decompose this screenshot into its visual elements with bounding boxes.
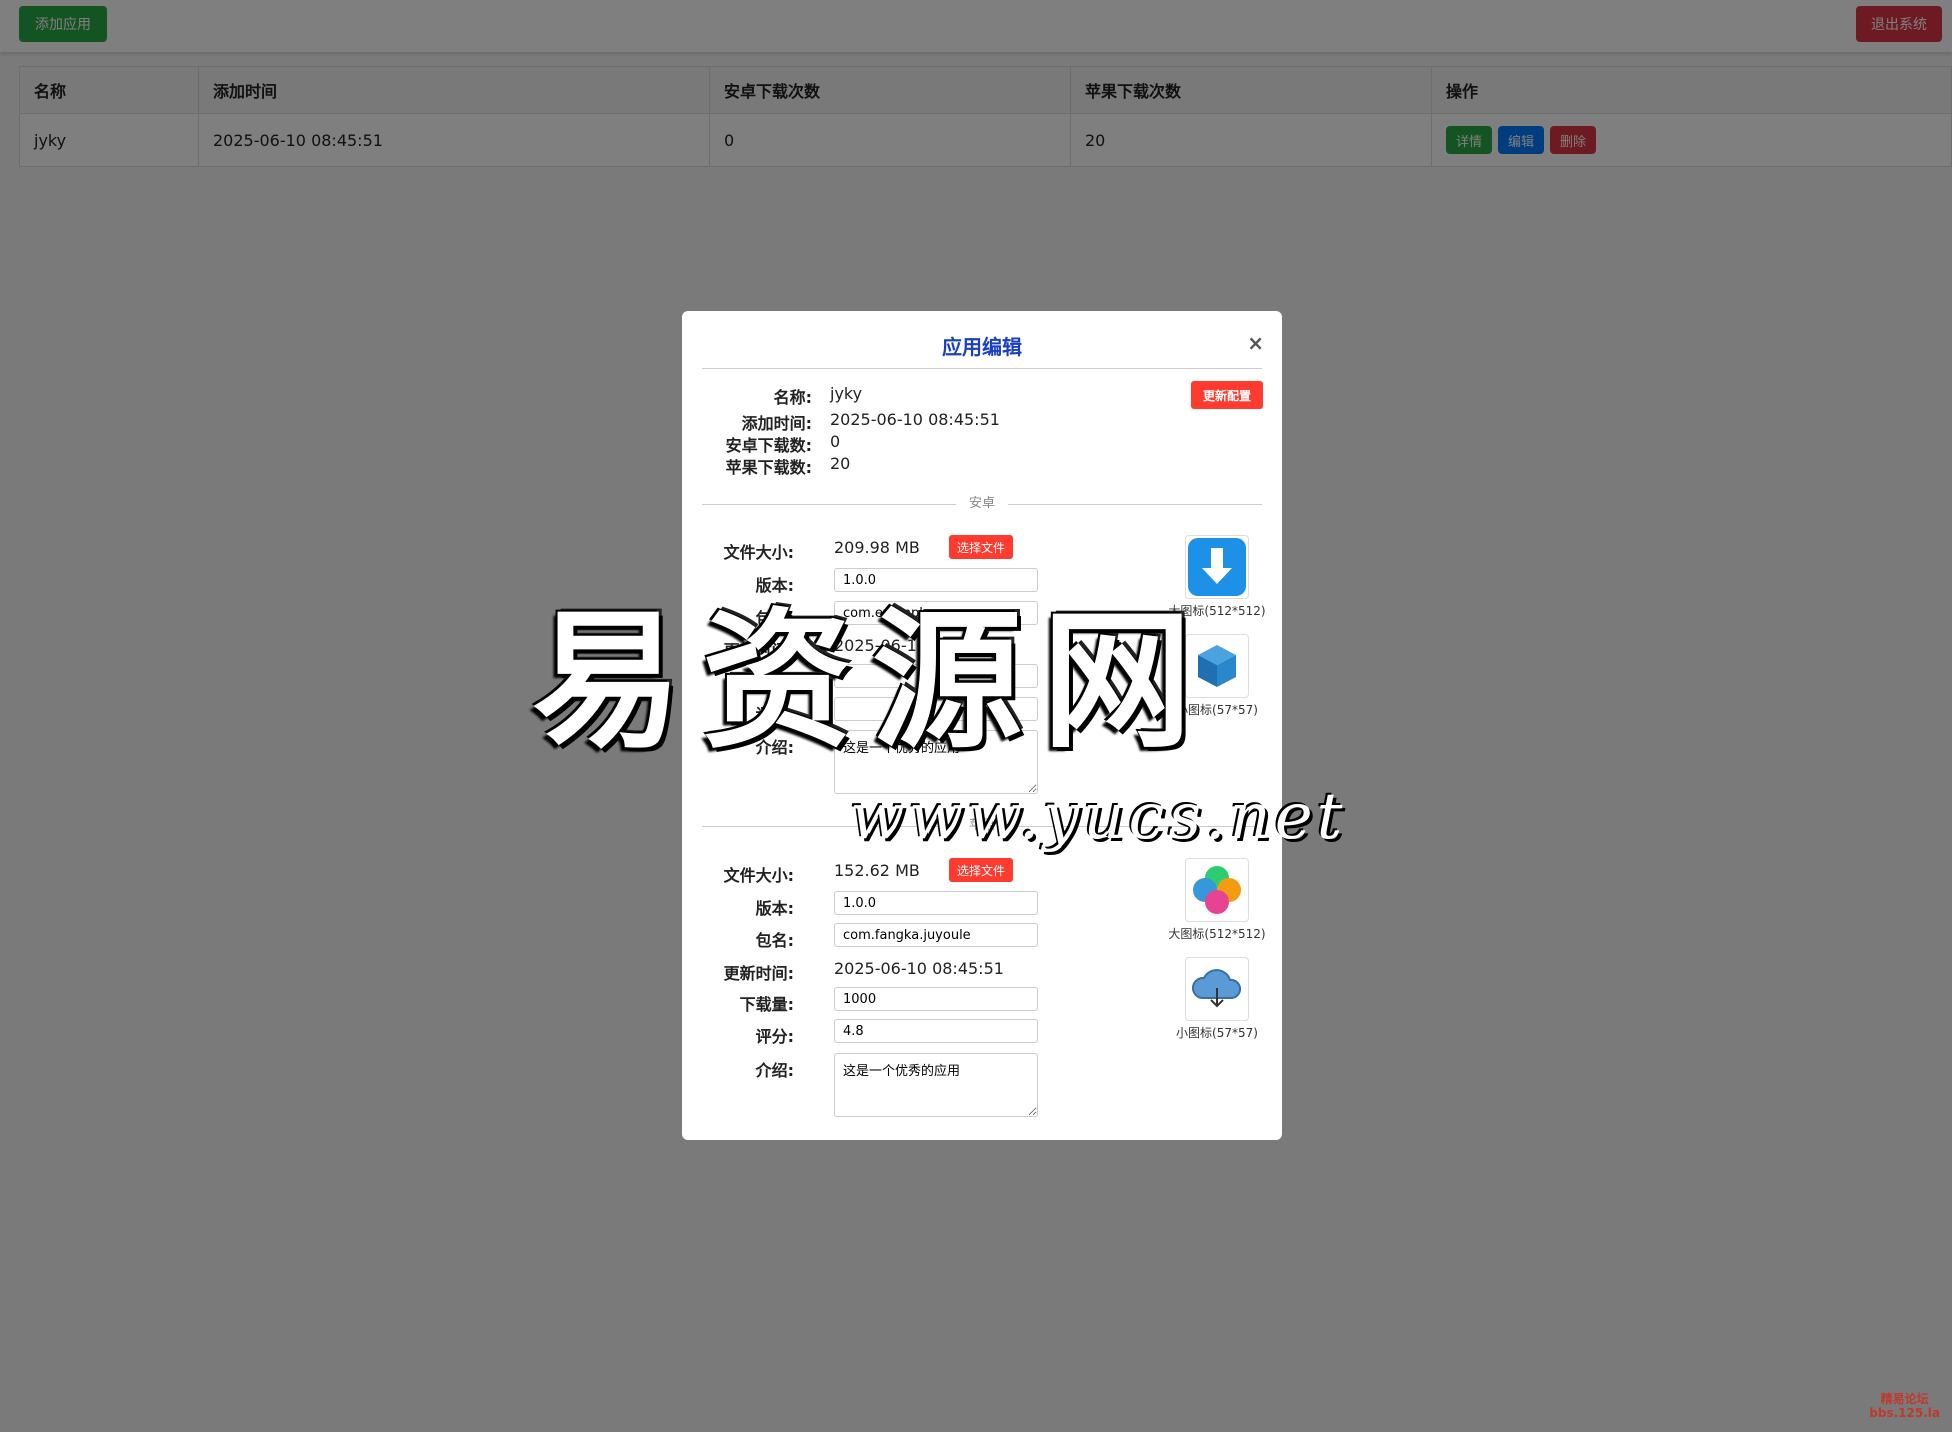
android-small-icon[interactable]	[1185, 634, 1249, 698]
field-label: 介绍:	[755, 1061, 794, 1080]
big-icon-caption: 大图标(512*512)	[1168, 604, 1266, 618]
divider	[702, 368, 1262, 369]
small-icon-caption: 小图标(57*57)	[1176, 1026, 1258, 1040]
rating-input[interactable]	[834, 697, 1038, 721]
update-config-button[interactable]: 更新配置	[1191, 381, 1263, 409]
info-value: 0	[830, 432, 841, 451]
version-input[interactable]	[834, 891, 1038, 915]
field-label: 下载量:	[739, 995, 794, 1014]
section-label: 安卓	[956, 494, 1008, 514]
info-label: 添加时间:	[741, 414, 812, 433]
corner-logo-url: bbs.125.la	[1869, 1406, 1940, 1420]
download-arrow-icon	[1188, 538, 1246, 596]
clover-icon	[1193, 866, 1241, 914]
file-size-value: 209.98 MB	[834, 538, 920, 557]
field-label: 更新时间:	[723, 641, 794, 660]
big-icon-caption: 大图标(512*512)	[1168, 927, 1266, 941]
downloads-input[interactable]	[834, 987, 1038, 1011]
intro-textarea[interactable]: 这是一个优秀的应用	[834, 1053, 1038, 1117]
field-label: 版本:	[755, 899, 794, 918]
info-label: 安卓下载数:	[725, 436, 812, 455]
field-label: 包名:	[755, 609, 794, 628]
rating-input[interactable]	[834, 1019, 1038, 1043]
package-input[interactable]	[834, 601, 1038, 625]
cloud-download-icon	[1192, 969, 1241, 1008]
ios-small-icon[interactable]	[1185, 957, 1249, 1021]
choose-file-button[interactable]: 选择文件	[949, 858, 1013, 882]
intro-textarea[interactable]: 这是一个优秀的应用	[834, 730, 1038, 794]
field-label: 评分:	[755, 705, 794, 724]
modal-title: 应用编辑	[942, 335, 1022, 359]
small-icon-caption: 小图标(57*57)	[1176, 703, 1258, 717]
field-label: 更新时间:	[723, 964, 794, 983]
section-divider-ios: 苹果	[702, 816, 1262, 836]
section-label: 苹果	[956, 816, 1008, 836]
corner-logo: 精易论坛 bbs.125.la	[1869, 1392, 1940, 1420]
version-input[interactable]	[834, 568, 1038, 592]
field-label: 版本:	[755, 576, 794, 595]
info-value: 20	[830, 454, 851, 473]
app-edit-modal: 应用编辑 × 更新配置 名称: jyky 添加时间: 2025-06-10 08…	[682, 311, 1282, 1140]
updated-time-value: 2025-06-10 08:45:51	[834, 959, 1004, 978]
field-label: 文件大小:	[723, 866, 794, 885]
choose-file-button[interactable]: 选择文件	[949, 535, 1013, 559]
info-label: 名称:	[773, 388, 812, 407]
field-label: 评分:	[755, 1027, 794, 1046]
info-value: jyky	[830, 384, 863, 403]
cube-icon	[1198, 645, 1236, 687]
file-size-value: 152.62 MB	[834, 861, 920, 880]
ios-big-icon[interactable]	[1185, 858, 1249, 922]
corner-logo-title: 精易论坛	[1880, 1392, 1929, 1406]
downloads-input[interactable]	[834, 664, 1038, 688]
package-input[interactable]	[834, 923, 1038, 947]
field-label: 下载量:	[739, 672, 794, 691]
info-value: 2025-06-10 08:45:51	[830, 410, 1000, 429]
android-big-icon[interactable]	[1185, 535, 1249, 599]
field-label: 文件大小:	[723, 543, 794, 562]
field-label: 包名:	[755, 931, 794, 950]
updated-time-value: 2025-06-10 08:45:51	[834, 636, 1004, 655]
close-icon[interactable]: ×	[1247, 331, 1264, 355]
field-label: 介绍:	[755, 738, 794, 757]
section-divider-android: 安卓	[702, 494, 1262, 514]
info-label: 苹果下载数:	[725, 458, 812, 477]
